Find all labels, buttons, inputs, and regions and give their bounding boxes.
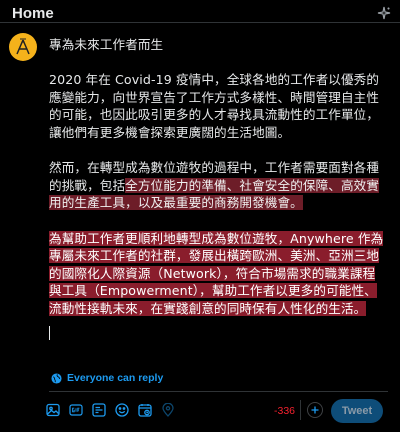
composer-title-line: 專為未來工作者而生: [49, 37, 164, 52]
composer-paragraph-1: 2020 年在 Covid-19 疫情中，全球各地的工作者以優秀的應變能力，向世…: [49, 72, 380, 140]
globe-icon: [50, 372, 62, 384]
composer-paragraph-3: 為幫助工作者更順利地轉型成為數位遊牧，Anywhere 作為專屬未來工作者的社群…: [49, 230, 387, 318]
reply-setting-label: Everyone can reply: [67, 372, 164, 384]
reply-setting-button[interactable]: Everyone can reply: [50, 372, 163, 384]
plus-icon[interactable]: [307, 402, 323, 418]
composer-paragraph-2: 然而，在轉型成為數位遊牧的過程中，工作者需要面對各種的挑戰，包括全方位能力的準備…: [49, 159, 387, 212]
composer-toolbar: [44, 401, 177, 419]
gif-icon[interactable]: [67, 401, 85, 419]
text-caret: [49, 326, 50, 340]
location-icon[interactable]: [159, 401, 177, 419]
media-icon[interactable]: [44, 401, 62, 419]
toolbar-separator: [300, 400, 301, 420]
sparkle-icon[interactable]: [376, 5, 392, 21]
emoji-icon[interactable]: [113, 401, 131, 419]
tweet-button[interactable]: Tweet: [331, 399, 383, 423]
composer-divider: [49, 391, 388, 392]
account-avatar[interactable]: [9, 33, 37, 61]
header-divider: [0, 22, 400, 23]
page-title: Home: [12, 4, 54, 22]
compose-screen: Home 專為未來工作者而生 2020 年在 Covid-19 疫情中，全球各地…: [0, 0, 400, 432]
paragraph-3-over-limit: 為幫助工作者更順利地轉型成為數位遊牧，Anywhere 作為專屬未來工作者的社群…: [49, 230, 384, 316]
character-count: -336: [274, 405, 296, 417]
tweet-composer-textarea[interactable]: 專為未來工作者而生 2020 年在 Covid-19 疫情中，全球各地的工作者以…: [49, 36, 387, 318]
schedule-icon[interactable]: [136, 401, 154, 419]
poll-icon[interactable]: [90, 401, 108, 419]
